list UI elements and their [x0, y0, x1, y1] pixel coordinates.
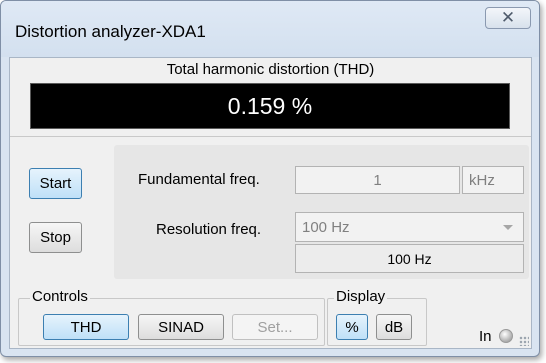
thd-readout: 0.159 %: [30, 83, 510, 129]
chevron-down-icon: [503, 225, 513, 230]
frequency-settings: Fundamental freq. 1 kHz Resolution freq.…: [114, 145, 529, 279]
fundamental-freq-unit-text: kHz: [469, 171, 495, 189]
resize-grip-icon[interactable]: [519, 336, 529, 346]
resolution-freq-readout-value: 100 Hz: [387, 250, 432, 267]
thd-value: 0.159 %: [227, 92, 313, 119]
thd-button[interactable]: THD: [43, 314, 129, 340]
analyzer-window: Distortion analyzer-XDA1 ✕ Total harmoni…: [0, 0, 540, 357]
stop-button[interactable]: Stop: [29, 222, 82, 253]
resolution-freq-readout: 100 Hz: [295, 244, 524, 273]
analyzer-panel: Total harmonic distortion (THD) 0.159 % …: [9, 57, 532, 349]
db-button[interactable]: dB: [376, 314, 412, 340]
resolution-freq-selected: 100 Hz: [302, 218, 350, 236]
fundamental-freq-label: Fundamental freq.: [138, 171, 260, 188]
fundamental-freq-field[interactable]: 1: [295, 166, 460, 194]
fundamental-freq-value: 1: [373, 171, 382, 189]
fundamental-freq-unit: kHz: [462, 166, 524, 194]
window-title: Distortion analyzer-XDA1: [15, 22, 206, 41]
input-indicator-label: In: [479, 328, 492, 345]
display-group-title: Display: [334, 288, 388, 305]
thd-title: Total harmonic distortion (THD): [166, 61, 375, 78]
start-button[interactable]: Start: [29, 168, 82, 199]
resolution-freq-label: Resolution freq.: [156, 221, 262, 238]
controls-group-title: Controls: [30, 288, 90, 305]
set-button[interactable]: Set...: [232, 314, 318, 340]
title-bar: Distortion analyzer-XDA1 ✕: [1, 1, 539, 57]
divider: [10, 136, 531, 137]
close-icon: ✕: [500, 8, 516, 27]
close-button[interactable]: ✕: [485, 7, 531, 29]
input-led-icon: [499, 329, 513, 343]
resolution-freq-select[interactable]: 100 Hz: [295, 212, 524, 242]
sinad-button[interactable]: SINAD: [138, 314, 224, 340]
percent-button[interactable]: %: [336, 314, 368, 340]
